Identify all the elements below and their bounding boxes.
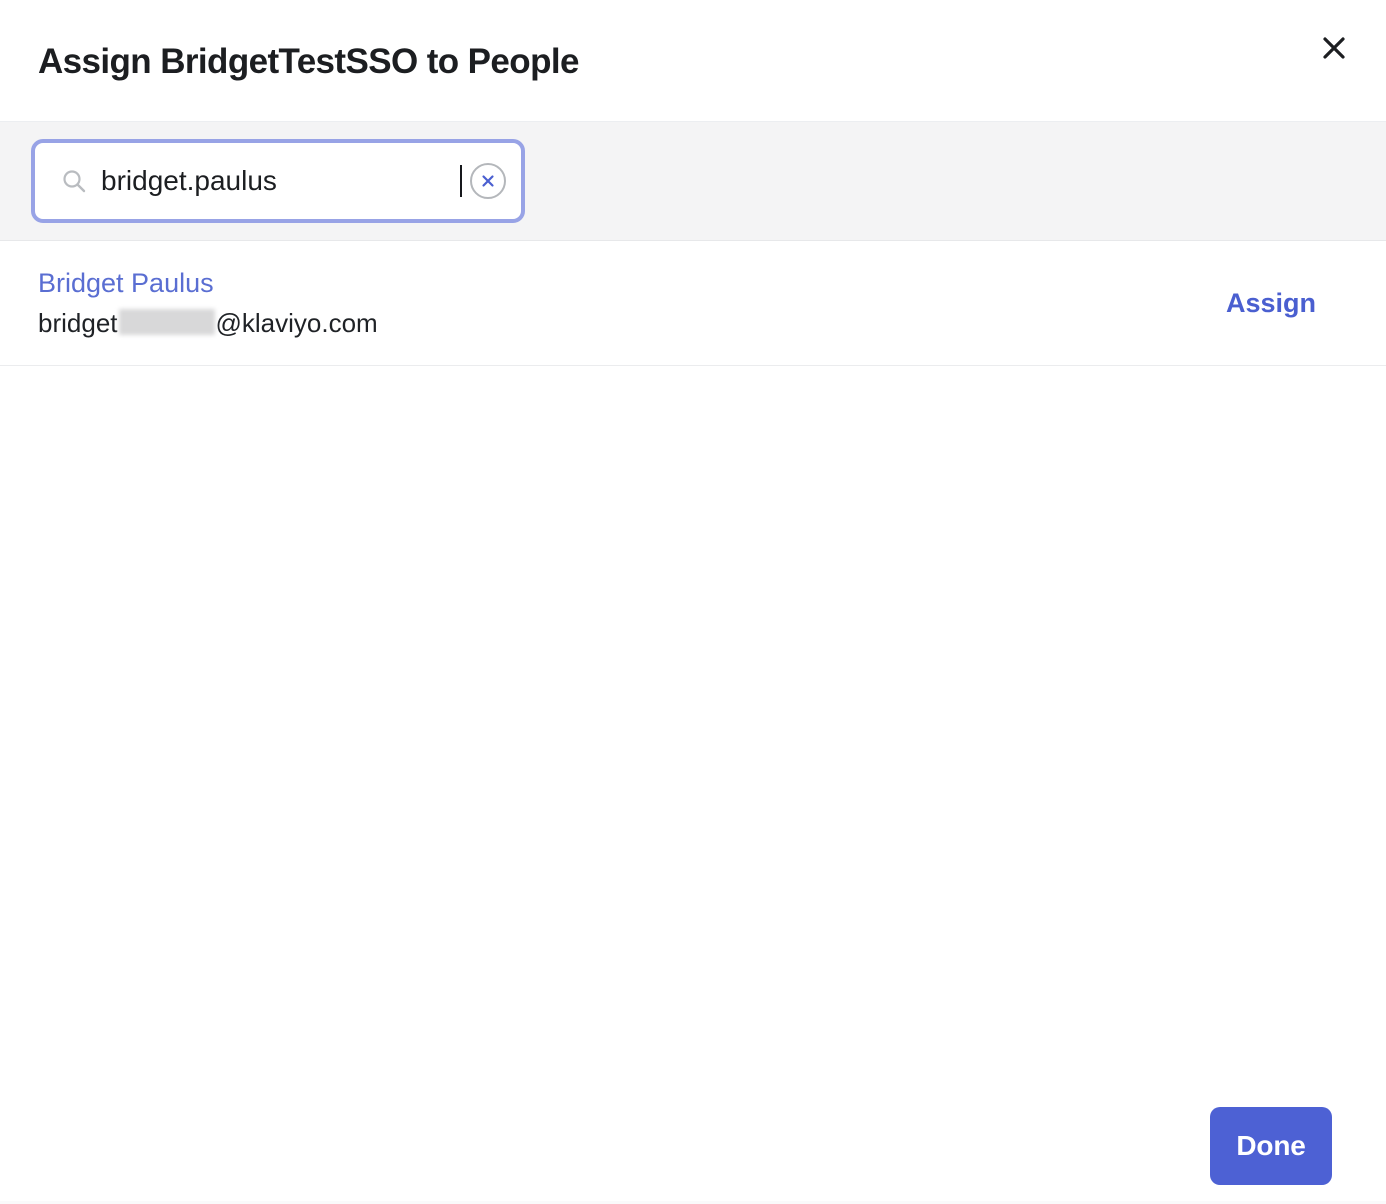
person-info: Bridget Paulus bridget @klaviyo.com — [38, 269, 378, 338]
results-list: Bridget Paulus bridget @klaviyo.com Assi… — [0, 241, 1386, 1054]
text-cursor — [460, 165, 462, 197]
modal-footer: Done — [0, 1054, 1386, 1204]
email-suffix: @klaviyo.com — [216, 310, 378, 337]
clear-circle-icon — [478, 171, 498, 191]
person-name-link[interactable]: Bridget Paulus — [38, 269, 378, 297]
close-button[interactable] — [1316, 30, 1352, 66]
clear-search-button[interactable] — [470, 163, 506, 199]
done-button[interactable]: Done — [1210, 1107, 1332, 1185]
person-email: bridget @klaviyo.com — [38, 306, 378, 337]
close-icon — [1319, 33, 1349, 63]
search-field-wrapper[interactable] — [31, 139, 525, 223]
search-icon — [61, 168, 87, 194]
modal-header: Assign BridgetTestSSO to People — [0, 0, 1386, 122]
list-item: Bridget Paulus bridget @klaviyo.com Assi… — [0, 241, 1386, 366]
assign-button[interactable]: Assign — [1226, 288, 1316, 319]
search-input[interactable] — [101, 161, 462, 201]
assign-people-modal: Assign BridgetTestSSO to People — [0, 0, 1386, 1204]
email-prefix: bridget — [38, 310, 118, 337]
search-band — [0, 122, 1386, 241]
redacted-email-block — [119, 309, 215, 335]
page-title: Assign BridgetTestSSO to People — [38, 42, 579, 82]
